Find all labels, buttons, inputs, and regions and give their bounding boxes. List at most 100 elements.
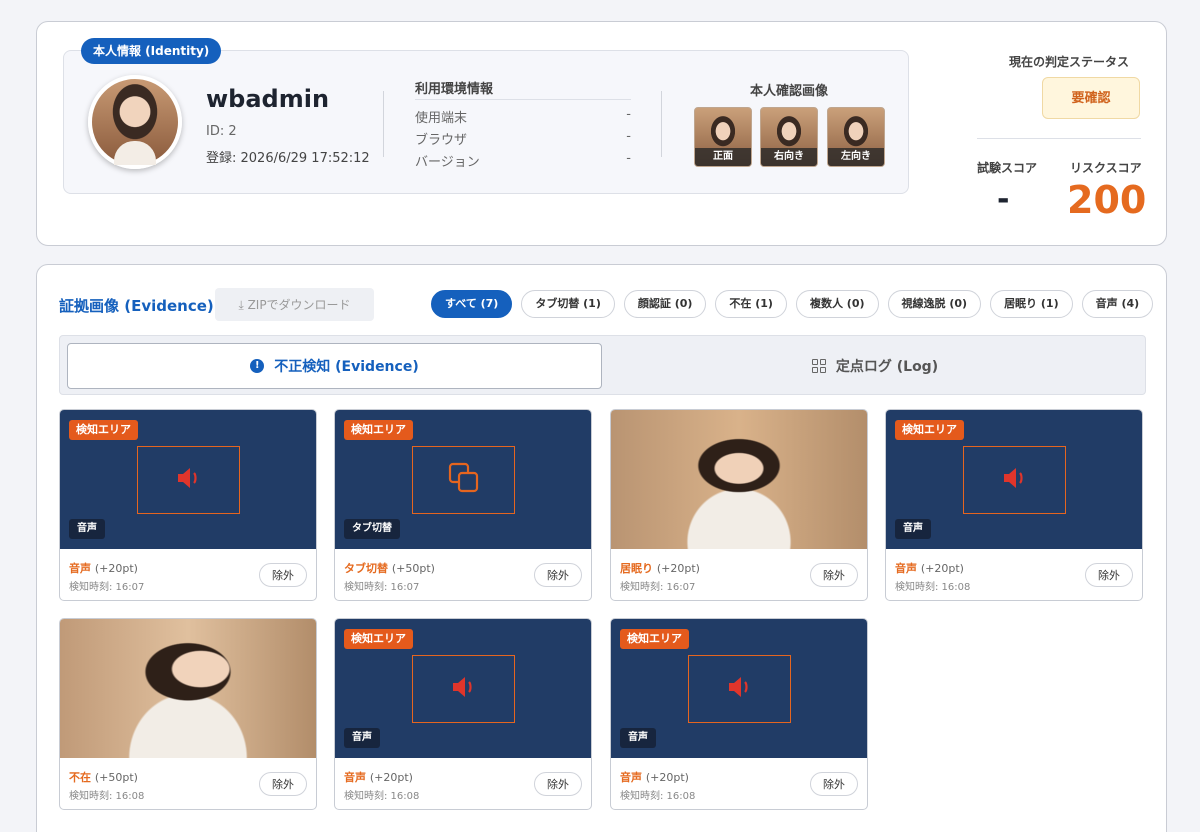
divider bbox=[977, 138, 1141, 139]
env-label: ブラウザ bbox=[415, 133, 468, 148]
violation-name: 音声 bbox=[344, 771, 366, 784]
filter-chips: すべて (7) タブ切替 (1) 顔認証 (0) 不在 (1) 複数人 (0) 視線逸脱 … bbox=[431, 290, 1154, 318]
zip-download-button[interactable]: ⤓ ZIPでダウンロード bbox=[215, 288, 374, 321]
detect-area-tag: 検知エリア bbox=[344, 420, 413, 440]
user-id: ID: 2 bbox=[206, 124, 237, 139]
exclude-button[interactable]: 除外 bbox=[534, 772, 582, 796]
confirm-image-right[interactable]: 右向き bbox=[760, 107, 818, 167]
detect-area-tag: 検知エリア bbox=[344, 629, 413, 649]
evidence-image[interactable] bbox=[611, 410, 867, 549]
type-tag: 音声 bbox=[895, 519, 931, 539]
detect-time: 検知時刻: 16:07 bbox=[620, 582, 696, 593]
env-row-device: 使用端末 - bbox=[415, 107, 631, 126]
username: wbadmin bbox=[206, 85, 330, 113]
exam-score-label: 試験スコア bbox=[977, 161, 1038, 175]
exclude-button[interactable]: 除外 bbox=[259, 772, 307, 796]
detect-time: 検知時刻: 16:08 bbox=[69, 791, 145, 802]
evidence-card[interactable]: 検知エリア 音声 音声 (+20pt) 検知時刻: 16:07 除外 bbox=[59, 409, 317, 601]
evidence-card[interactable]: 検知エリア 音声 音声 (+20pt) 検知時刻: 16:08 除外 bbox=[610, 618, 868, 810]
violation-name: タブ切替 bbox=[344, 562, 388, 575]
evidence-card[interactable]: 検知エリア タブ切替 タブ切替 (+50pt) 検知時刻: 16:07 除外 bbox=[334, 409, 592, 601]
confirm-image-label: 左向き bbox=[828, 148, 884, 166]
env-label: バージョン bbox=[415, 155, 480, 170]
exclude-button[interactable]: 除外 bbox=[534, 563, 582, 587]
zip-label: ZIPでダウンロード bbox=[247, 298, 351, 312]
identity-panel: wbadmin ID: 2 登録: 2026/6/29 17:52:12 利用環… bbox=[36, 21, 1167, 246]
confirm-image-left[interactable]: 左向き bbox=[827, 107, 885, 167]
points: (+20pt) bbox=[369, 771, 413, 784]
evidence-panel: 証拠画像 (Evidence) ⤓ ZIPでダウンロード すべて (7) タブ切替… bbox=[36, 264, 1167, 832]
detect-time: 検知時刻: 16:08 bbox=[344, 791, 420, 802]
divider bbox=[661, 91, 662, 157]
detect-area-box bbox=[412, 446, 515, 514]
detect-area-box bbox=[688, 655, 791, 723]
exclude-button[interactable]: 除外 bbox=[259, 563, 307, 587]
grid-icon bbox=[811, 359, 826, 373]
filter-chip[interactable]: 複数人 (0) bbox=[795, 290, 879, 318]
evidence-image[interactable]: 検知エリア タブ切替 bbox=[335, 410, 591, 549]
points: (+50pt) bbox=[94, 771, 138, 784]
card-title: 居眠り (+20pt) bbox=[620, 560, 700, 576]
evidence-image[interactable] bbox=[60, 619, 316, 758]
evidence-card[interactable]: 居眠り (+20pt) 検知時刻: 16:07 除外 bbox=[610, 409, 868, 601]
violation-name: 音声 bbox=[620, 771, 642, 784]
confirm-image-label: 正面 bbox=[695, 148, 751, 166]
evidence-title: 証拠画像 (Evidence) bbox=[59, 297, 214, 315]
exclude-button[interactable]: 除外 bbox=[1085, 563, 1133, 587]
violation-name: 音声 bbox=[895, 562, 917, 575]
status-label: 現在の判定ステータス bbox=[1009, 55, 1130, 69]
detect-area-tag: 検知エリア bbox=[895, 420, 964, 440]
env-value: - bbox=[626, 151, 631, 166]
filter-chip[interactable]: すべて (7) bbox=[431, 290, 513, 318]
evidence-image[interactable]: 検知エリア 音声 bbox=[611, 619, 867, 758]
filter-chip[interactable]: 居眠り (1) bbox=[990, 290, 1073, 318]
view-tabs: ! 不正検知 (Evidence) 定点ログ (Log) bbox=[59, 335, 1146, 395]
type-tag: タブ切替 bbox=[344, 519, 400, 539]
detect-area-tag: 検知エリア bbox=[620, 629, 689, 649]
card-title: タブ切替 (+50pt) bbox=[344, 560, 435, 576]
registered-date: 登録: 2026/6/29 17:52:12 bbox=[206, 151, 370, 166]
evidence-card[interactable]: 検知エリア 音声 音声 (+20pt) 検知時刻: 16:08 除外 bbox=[334, 618, 592, 810]
card-title: 音声 (+20pt) bbox=[69, 560, 138, 576]
violation-name: 音声 bbox=[69, 562, 91, 575]
violation-name: 居眠り bbox=[620, 562, 653, 575]
evidence-card[interactable]: 不在 (+50pt) 検知時刻: 16:08 除外 bbox=[59, 618, 317, 810]
evidence-image[interactable]: 検知エリア 音声 bbox=[886, 410, 1142, 549]
alert-icon: ! bbox=[250, 359, 265, 373]
filter-chip[interactable]: タブ切替 (1) bbox=[521, 290, 615, 318]
identity-card: wbadmin ID: 2 登録: 2026/6/29 17:52:12 利用環… bbox=[63, 50, 909, 194]
evidence-card[interactable]: 検知エリア 音声 音声 (+20pt) 検知時刻: 16:08 除外 bbox=[885, 409, 1143, 601]
points: (+20pt) bbox=[656, 562, 700, 575]
evidence-image[interactable]: 検知エリア 音声 bbox=[60, 410, 316, 549]
filter-chip[interactable]: 音声 (4) bbox=[1081, 290, 1154, 318]
confirm-image-front[interactable]: 正面 bbox=[694, 107, 752, 167]
risk-score-label: リスクスコア bbox=[1070, 161, 1142, 175]
filter-chip[interactable]: 視線逸脱 (0) bbox=[887, 290, 982, 318]
tab-log[interactable]: 定点ログ (Log) bbox=[609, 343, 1141, 389]
filter-chip[interactable]: 顔認証 (0) bbox=[623, 290, 707, 318]
filter-chip[interactable]: 不在 (1) bbox=[715, 290, 787, 318]
speaker-icon bbox=[1002, 466, 1028, 494]
speaker-icon bbox=[176, 466, 202, 494]
type-tag: 音声 bbox=[344, 728, 380, 748]
risk-score-value: 200 bbox=[1067, 178, 1147, 222]
env-row-version: バージョン - bbox=[415, 151, 631, 170]
tab-label: 不正検知 (Evidence) bbox=[274, 359, 419, 375]
evidence-image[interactable]: 検知エリア 音声 bbox=[335, 619, 591, 758]
tab-evidence[interactable]: ! 不正検知 (Evidence) bbox=[67, 343, 602, 389]
detect-area-box bbox=[963, 446, 1066, 514]
card-title: 音声 (+20pt) bbox=[620, 769, 689, 785]
env-value: - bbox=[626, 129, 631, 144]
detect-time: 検知時刻: 16:07 bbox=[344, 582, 420, 593]
exclude-button[interactable]: 除外 bbox=[810, 772, 858, 796]
detect-time: 検知時刻: 16:08 bbox=[620, 791, 696, 802]
download-icon: ⤓ bbox=[238, 298, 248, 312]
points: (+20pt) bbox=[645, 771, 689, 784]
exam-score-value: - bbox=[997, 182, 1010, 217]
detect-area-tag: 検知エリア bbox=[69, 420, 138, 440]
env-label: 使用端末 bbox=[415, 111, 468, 126]
identity-badge: 本人情報 (Identity) bbox=[81, 38, 222, 64]
points: (+20pt) bbox=[920, 562, 964, 575]
speaker-icon bbox=[727, 675, 753, 703]
exclude-button[interactable]: 除外 bbox=[810, 563, 858, 587]
